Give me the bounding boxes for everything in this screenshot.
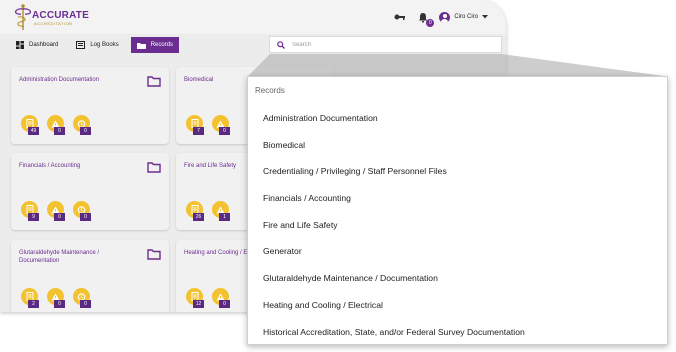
- card-stats: 26 1: [186, 201, 232, 221]
- key-icon[interactable]: [393, 10, 407, 24]
- dropdown-item[interactable]: Glutaraldehyde Maintenance / Documentati…: [248, 265, 667, 292]
- warnings-stat: 0: [47, 201, 67, 221]
- folder-icon: [147, 249, 161, 260]
- card-stats: 12 0: [186, 288, 232, 308]
- card-stats: 7 0: [186, 115, 232, 135]
- card-title: Administration Documentation: [19, 77, 100, 83]
- dropdown-item[interactable]: Credentialing / Privileging / Staff Pers…: [248, 158, 667, 185]
- alarms-count: 0: [80, 127, 91, 135]
- records-dropdown: Records Administration Documentation Bio…: [247, 76, 668, 345]
- card-stats: 2 0 0: [21, 288, 93, 308]
- record-card[interactable]: Administration Documentation 49 0 0: [11, 67, 169, 144]
- tab-log-books[interactable]: Log Books: [70, 37, 124, 53]
- documents-stat: 2: [21, 288, 41, 308]
- documents-count: 49: [28, 127, 39, 135]
- warnings-stat: 0: [212, 115, 232, 135]
- warnings-count: 0: [54, 127, 65, 135]
- documents-stat: 49: [21, 115, 41, 135]
- card-stats: 9 0 0: [21, 201, 93, 221]
- warnings-stat: 0: [47, 288, 67, 308]
- dropdown-item[interactable]: Historical Accreditation, State, and/or …: [248, 319, 667, 346]
- dropdown-item[interactable]: Financials / Accounting: [248, 185, 667, 212]
- warnings-stat: 1: [212, 201, 232, 221]
- warnings-count: 0: [54, 213, 65, 221]
- brand-logo[interactable]: ACCURATE ACCREDITATION: [12, 3, 89, 31]
- documents-count: 9: [28, 213, 39, 221]
- folder-icon: [147, 162, 161, 173]
- search-input[interactable]: [292, 41, 482, 48]
- bell-icon[interactable]: 0: [416, 10, 435, 27]
- warnings-count: 0: [54, 300, 65, 308]
- brand-name: ACCURATE: [32, 10, 89, 21]
- tab-records[interactable]: Records: [130, 37, 180, 53]
- dropdown-header: Records: [255, 86, 285, 95]
- record-card[interactable]: Financials / Accounting 9 0 0: [11, 153, 169, 230]
- warnings-stat: 0: [47, 115, 67, 135]
- documents-count: 7: [193, 127, 204, 135]
- documents-count: 26: [193, 213, 204, 221]
- tab-records-label: Records: [150, 42, 174, 48]
- warnings-count: 0: [219, 127, 230, 135]
- alarms-stat: 0: [73, 288, 93, 308]
- user-name: Ciro Ciro: [454, 14, 478, 20]
- caduceus-logo-icon: [15, 4, 31, 30]
- tab-log-books-label: Log Books: [90, 42, 119, 48]
- top-bar: ACCURATE ACCREDITATION 0 Ciro Ciro: [0, 0, 506, 34]
- documents-stat: 26: [186, 201, 206, 221]
- warnings-stat: 0: [212, 288, 232, 308]
- user-menu[interactable]: Ciro Ciro: [439, 11, 488, 23]
- dropdown-item[interactable]: Heating and Cooling / Electrical: [248, 292, 667, 319]
- main-tabs: Dashboard Log Books Records: [10, 37, 180, 53]
- card-title: Glutaraldehyde Maintenance / Documentati…: [19, 250, 100, 264]
- folder-icon: [136, 42, 146, 49]
- alarms-stat: 0: [73, 115, 93, 135]
- tab-dashboard[interactable]: Dashboard: [10, 37, 64, 53]
- dropdown-item[interactable]: Generator: [248, 238, 667, 265]
- card-title: Financials / Accounting: [19, 163, 81, 169]
- dropdown-list: Administration Documentation Biomedical …: [248, 105, 667, 345]
- record-card[interactable]: Glutaraldehyde Maintenance / Documentati…: [11, 240, 169, 312]
- notification-badge: 0: [426, 19, 435, 27]
- warnings-count: 0: [219, 300, 230, 308]
- folder-icon: [147, 76, 161, 87]
- documents-count: 12: [193, 300, 204, 308]
- alarms-count: 0: [80, 300, 91, 308]
- search-box[interactable]: [269, 36, 502, 53]
- avatar: [439, 11, 451, 23]
- card-stats: 49 0 0: [21, 115, 93, 135]
- documents-stat: 12: [186, 288, 206, 308]
- alarms-stat: 0: [73, 201, 93, 221]
- header-actions: 0 Ciro Ciro: [393, 9, 488, 27]
- documents-count: 2: [28, 300, 39, 308]
- brand-tagline: ACCREDITATION: [34, 21, 73, 26]
- warnings-count: 1: [219, 213, 230, 221]
- search-icon: [277, 40, 285, 49]
- documents-stat: 7: [186, 115, 206, 135]
- dropdown-item[interactable]: Fire and Life Safety: [248, 212, 667, 239]
- documents-stat: 9: [21, 201, 41, 221]
- tab-dashboard-label: Dashboard: [29, 42, 59, 48]
- chevron-down-icon: [482, 15, 488, 19]
- dropdown-item[interactable]: Administration Documentation: [248, 105, 667, 132]
- dashboard-icon: [16, 41, 24, 49]
- dropdown-item[interactable]: Biomedical: [248, 132, 667, 159]
- logbook-icon: [76, 41, 86, 49]
- alarms-count: 0: [80, 213, 91, 221]
